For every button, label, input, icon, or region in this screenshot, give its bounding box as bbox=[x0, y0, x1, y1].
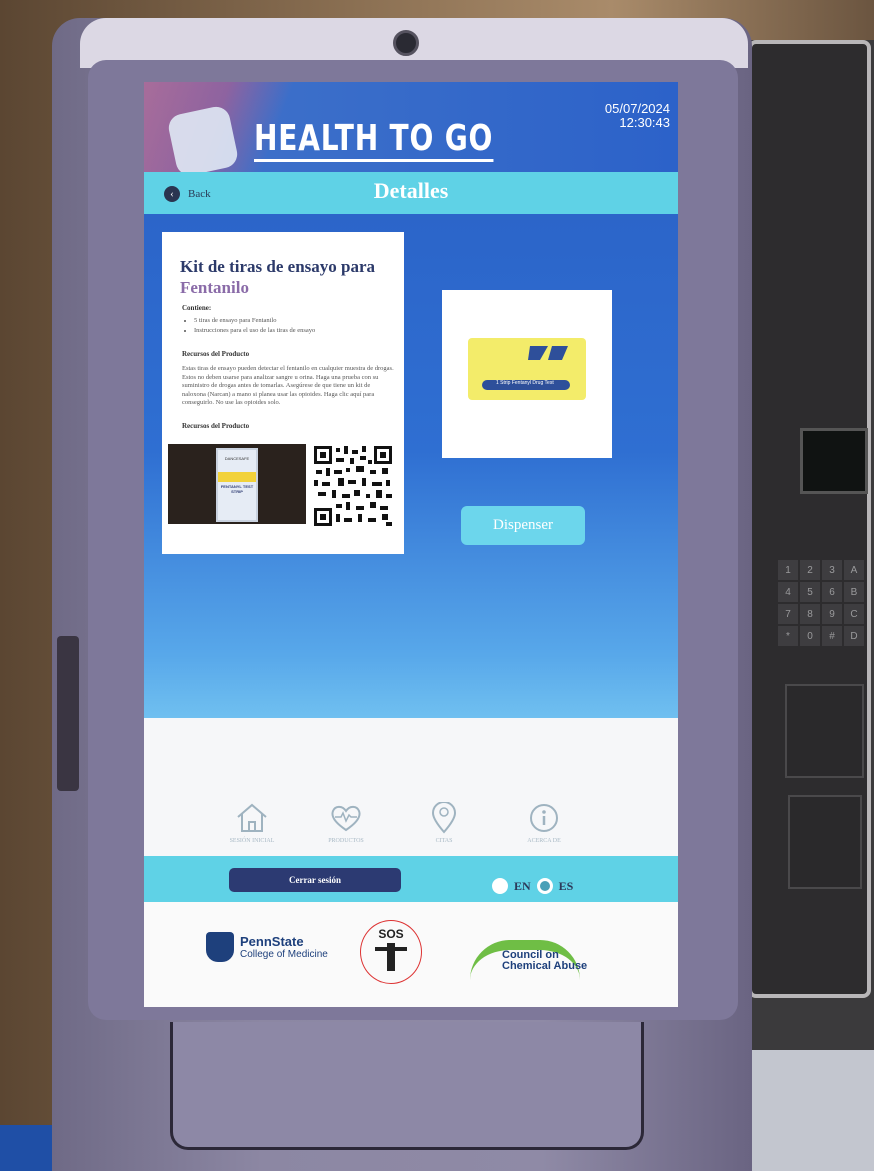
psu-line1: PennState bbox=[240, 934, 304, 949]
product-image-caption: 1 Strip Fentanyl Drug Test bbox=[496, 380, 554, 386]
time-text: 12:30:43 bbox=[619, 115, 670, 130]
sos-title: SOS bbox=[378, 927, 404, 941]
vending-slot bbox=[785, 684, 864, 778]
brand-title: HEALTH TO GO bbox=[254, 118, 494, 162]
pack-brand: DANCESAFE bbox=[224, 456, 250, 461]
lang-en-label: EN bbox=[514, 878, 531, 893]
resources-label: Recursos del Producto bbox=[182, 350, 250, 358]
coca-line2: Chemical Abuse bbox=[502, 960, 588, 972]
list-item: Instrucciones para el uso de las tiras d… bbox=[194, 326, 315, 336]
anchor-shaft bbox=[387, 943, 395, 971]
product-description: Estas tiras de ensayo pueden detectar el… bbox=[182, 365, 394, 406]
nav-item-productos[interactable]: PRODUCTOS bbox=[306, 802, 386, 844]
contents-list: 5 tiras de ensayo para Fentanilo Instruc… bbox=[182, 316, 315, 336]
heart-pulse-icon bbox=[331, 805, 361, 832]
sponsor-logos: PennState College of Medicine SOS Counci… bbox=[144, 902, 678, 1007]
nav-item-citas[interactable]: CITAS bbox=[404, 802, 484, 844]
kiosk-side-handle bbox=[57, 636, 79, 791]
psu-line2: College of Medicine bbox=[240, 949, 328, 960]
test-strip-pack: DANCESAFE FENTANYL TEST STRIP bbox=[216, 448, 258, 522]
qr-code bbox=[312, 444, 394, 528]
product-image: 1 Strip Fentanyl Drug Test bbox=[442, 290, 612, 458]
nav-label: SESIÓN INICIAL bbox=[229, 838, 275, 844]
language-selector: EN ES bbox=[492, 878, 573, 894]
kiosk-screen: HEALTH TO GO 05/07/2024 12:30:43 ‹ Back … bbox=[144, 82, 678, 1007]
location-user-icon bbox=[431, 802, 457, 834]
pack-band bbox=[218, 472, 256, 482]
nav-label: CITAS bbox=[435, 838, 453, 844]
app-logo-icon bbox=[166, 104, 240, 178]
dispenser-button[interactable]: Dispenser bbox=[461, 506, 585, 545]
contents-label: Contiene: bbox=[182, 304, 212, 312]
radio-es[interactable] bbox=[536, 878, 553, 894]
radio-en[interactable] bbox=[492, 878, 508, 894]
vending-slot bbox=[788, 795, 862, 889]
date-text: 05/07/2024 bbox=[604, 101, 670, 116]
product-title: Kit de tiras de ensayo para Fentanilo bbox=[180, 257, 376, 297]
council-chemical-abuse-logo: Council on Chemical Abuse bbox=[470, 940, 588, 980]
nav-label: ACERCA DE bbox=[527, 838, 561, 844]
bottom-nav: SESIÓN INICIAL PRODUCTOS CITAS ACERCA DE bbox=[144, 802, 678, 862]
product-strip-card: 1 Strip Fentanyl Drug Test bbox=[468, 338, 586, 400]
camera-icon bbox=[393, 30, 419, 56]
page-title: Detalles bbox=[373, 178, 449, 203]
resources-label-2: Recursos del Producto bbox=[182, 422, 250, 430]
kiosk-lower-panel bbox=[170, 1022, 644, 1150]
pennstate-logo: PennState College of Medicine bbox=[206, 932, 328, 962]
nav-item-acerca[interactable]: ACERCA DE bbox=[504, 802, 584, 844]
pack-title: FENTANYL TEST STRIP bbox=[220, 484, 254, 494]
datetime: 05/07/2024 12:30:43 bbox=[605, 102, 670, 130]
info-icon bbox=[530, 804, 558, 832]
list-item: 5 tiras de ensayo para Fentanilo bbox=[194, 316, 315, 326]
home-icon bbox=[237, 803, 267, 832]
vending-keypad: 123A 456B 789C * 0 # D bbox=[778, 560, 864, 646]
logout-button[interactable]: Cerrar sesión bbox=[229, 868, 401, 892]
sos-logo: SOS bbox=[360, 920, 422, 984]
vending-display bbox=[800, 428, 868, 494]
product-video-thumbnail[interactable]: DANCESAFE FENTANYL TEST STRIP bbox=[168, 444, 306, 524]
nittany-lion-shield-icon bbox=[206, 932, 234, 962]
product-card: Kit de tiras de ensayo para Fentanilo Co… bbox=[162, 232, 404, 554]
nav-item-inicio[interactable]: SESIÓN INICIAL bbox=[212, 802, 292, 844]
lang-es-label: ES bbox=[558, 878, 574, 893]
nav-label: PRODUCTOS bbox=[328, 838, 364, 844]
